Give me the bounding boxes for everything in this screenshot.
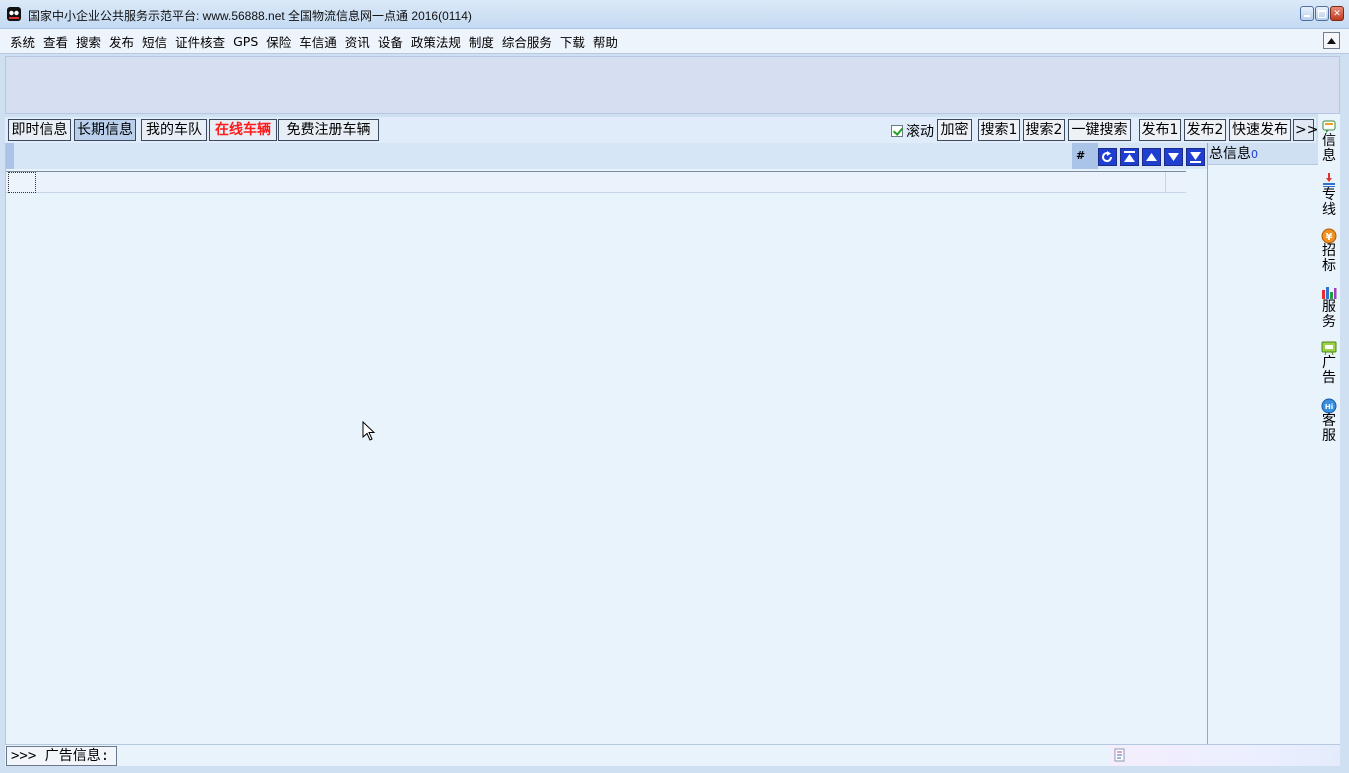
last-page-button[interactable]	[1186, 148, 1205, 166]
menu-gps[interactable]: GPS	[229, 34, 262, 49]
mouse-pointer-icon	[362, 421, 376, 441]
menu-equipment[interactable]: 设备	[374, 32, 407, 51]
tab-longterm-info[interactable]: 长期信息	[74, 119, 136, 141]
svg-text:Hi: Hi	[1325, 403, 1333, 411]
menu-view[interactable]: 查看	[39, 32, 72, 51]
maximize-button[interactable]	[1315, 6, 1329, 21]
menu-download[interactable]: 下载	[556, 32, 589, 51]
first-page-button[interactable]	[1120, 148, 1139, 166]
title-bar: 国家中小企业公共服务示范平台: www.56888.net 全国物流信息网一点通…	[0, 0, 1349, 29]
menu-help[interactable]: 帮助	[589, 32, 622, 51]
menu-vehicle-credit[interactable]: 车信通	[295, 32, 341, 51]
sidebar-label-support: 客服	[1322, 413, 1336, 444]
bottom-icon	[1190, 152, 1201, 163]
sidebar-item-ad[interactable]: 广告	[1319, 340, 1339, 386]
top-icon	[1124, 151, 1135, 162]
publish2-button[interactable]: 发布2	[1184, 119, 1226, 141]
close-button[interactable]: ✕	[1330, 6, 1344, 21]
sidebar-label-ad: 广告	[1322, 355, 1336, 386]
grid-hash-column: #	[1072, 143, 1098, 169]
refresh-button[interactable]	[1098, 148, 1117, 166]
ad-ticker[interactable]	[1110, 745, 1340, 767]
scroll-checkbox[interactable]: 滚动	[891, 121, 934, 141]
status-bar: >>> 广告信息:	[5, 744, 1340, 767]
document-icon	[1114, 748, 1125, 762]
sidebar-item-support[interactable]: Hi 客服	[1319, 398, 1339, 444]
sidebar-label-service: 服务	[1322, 299, 1336, 330]
banner-area	[5, 56, 1340, 114]
search2-button[interactable]: 搜索2	[1023, 119, 1065, 141]
menu-system[interactable]: 系统	[6, 32, 39, 51]
column-divider	[1165, 172, 1166, 193]
sidebar-label-info: 信息	[1322, 133, 1336, 164]
menu-news[interactable]: 资讯	[341, 32, 374, 51]
menu-bar: 系统 查看 搜索 发布 短信 证件核查 GPS 保险 车信通 资讯 设备 政策法…	[0, 29, 1349, 54]
minimize-button[interactable]	[1300, 6, 1314, 21]
right-sidebar: 信息 专线 ¥ 招标 服务 广告 Hi 客 服	[1318, 114, 1340, 744]
publish1-button[interactable]: 发布1	[1139, 119, 1181, 141]
total-info-count: 0	[1251, 148, 1258, 161]
menu-cert-check[interactable]: 证件核查	[171, 32, 229, 51]
total-info-header: 总信息0	[1208, 143, 1319, 165]
window-title: 国家中小企业公共服务示范平台: www.56888.net 全国物流信息网一点通…	[28, 9, 472, 23]
quick-publish-button[interactable]: 快速发布	[1229, 119, 1291, 141]
svg-text:¥: ¥	[1326, 232, 1333, 243]
service-chart-icon	[1322, 287, 1337, 299]
checkbox-checked-icon	[891, 125, 903, 137]
grid-header: #	[6, 143, 1208, 169]
sidebar-label-tender: 招标	[1322, 243, 1336, 274]
scroll-label: 滚动	[906, 124, 934, 140]
one-click-search-button[interactable]: 一键搜索	[1068, 119, 1131, 141]
more-button[interactable]: >>	[1293, 119, 1318, 141]
menu-rules[interactable]: 制度	[465, 32, 498, 51]
hi-chat-icon: Hi	[1321, 398, 1337, 414]
app-logo-icon	[7, 7, 21, 21]
maximize-icon	[1316, 7, 1328, 20]
menu-policy[interactable]: 政策法规	[407, 32, 465, 51]
page-down-button[interactable]	[1164, 148, 1183, 166]
sidebar-item-service[interactable]: 服务	[1319, 284, 1339, 330]
arrow-down-icon	[1168, 153, 1179, 161]
page-up-button[interactable]	[1142, 148, 1161, 166]
tab-free-register[interactable]: 免费注册车辆	[278, 119, 379, 141]
search1-button[interactable]: 搜索1	[978, 119, 1020, 141]
ad-icon	[1321, 341, 1337, 356]
tab-my-fleet[interactable]: 我的车队	[141, 119, 207, 141]
arrow-up-icon	[1146, 153, 1157, 161]
route-icon	[1323, 173, 1335, 187]
sidebar-item-info[interactable]: 信息	[1319, 118, 1339, 164]
menu-sms[interactable]: 短信	[138, 32, 171, 51]
grid-row-indicator	[6, 143, 14, 169]
window-frame-right	[1340, 54, 1349, 773]
menu-insurance[interactable]: 保险	[262, 32, 295, 51]
table-row[interactable]	[6, 171, 1186, 193]
tender-icon: ¥	[1321, 228, 1337, 244]
menu-publish[interactable]: 发布	[105, 32, 138, 51]
main-toolbar: 即时信息 长期信息 我的车队 在线车辆 免费注册车辆 滚动 加密 搜索1 搜索2…	[5, 117, 1318, 143]
sidebar-label-route: 专线	[1322, 187, 1336, 218]
total-info-label: 总信息	[1209, 146, 1251, 162]
window-frame-bottom	[0, 766, 1349, 773]
sidebar-item-route[interactable]: 专线	[1319, 172, 1339, 218]
encrypt-button[interactable]: 加密	[937, 119, 972, 141]
close-icon: ✕	[1333, 8, 1341, 19]
menu-collapse-button[interactable]	[1323, 32, 1340, 49]
selected-cell[interactable]	[8, 172, 36, 193]
menu-services[interactable]: 综合服务	[498, 32, 556, 51]
minimize-icon	[1301, 7, 1313, 20]
chevron-up-icon	[1327, 37, 1336, 44]
ad-info-label: >>> 广告信息:	[6, 746, 117, 766]
total-info-panel: 总信息0	[1207, 143, 1319, 744]
tab-instant-info[interactable]: 即时信息	[8, 119, 71, 141]
info-grid: #	[5, 143, 1208, 744]
message-icon	[1322, 120, 1336, 133]
tab-online-vehicles[interactable]: 在线车辆	[209, 119, 277, 141]
refresh-icon	[1102, 151, 1113, 163]
sidebar-item-tender[interactable]: ¥ 招标	[1319, 228, 1339, 274]
menu-search[interactable]: 搜索	[72, 32, 105, 51]
